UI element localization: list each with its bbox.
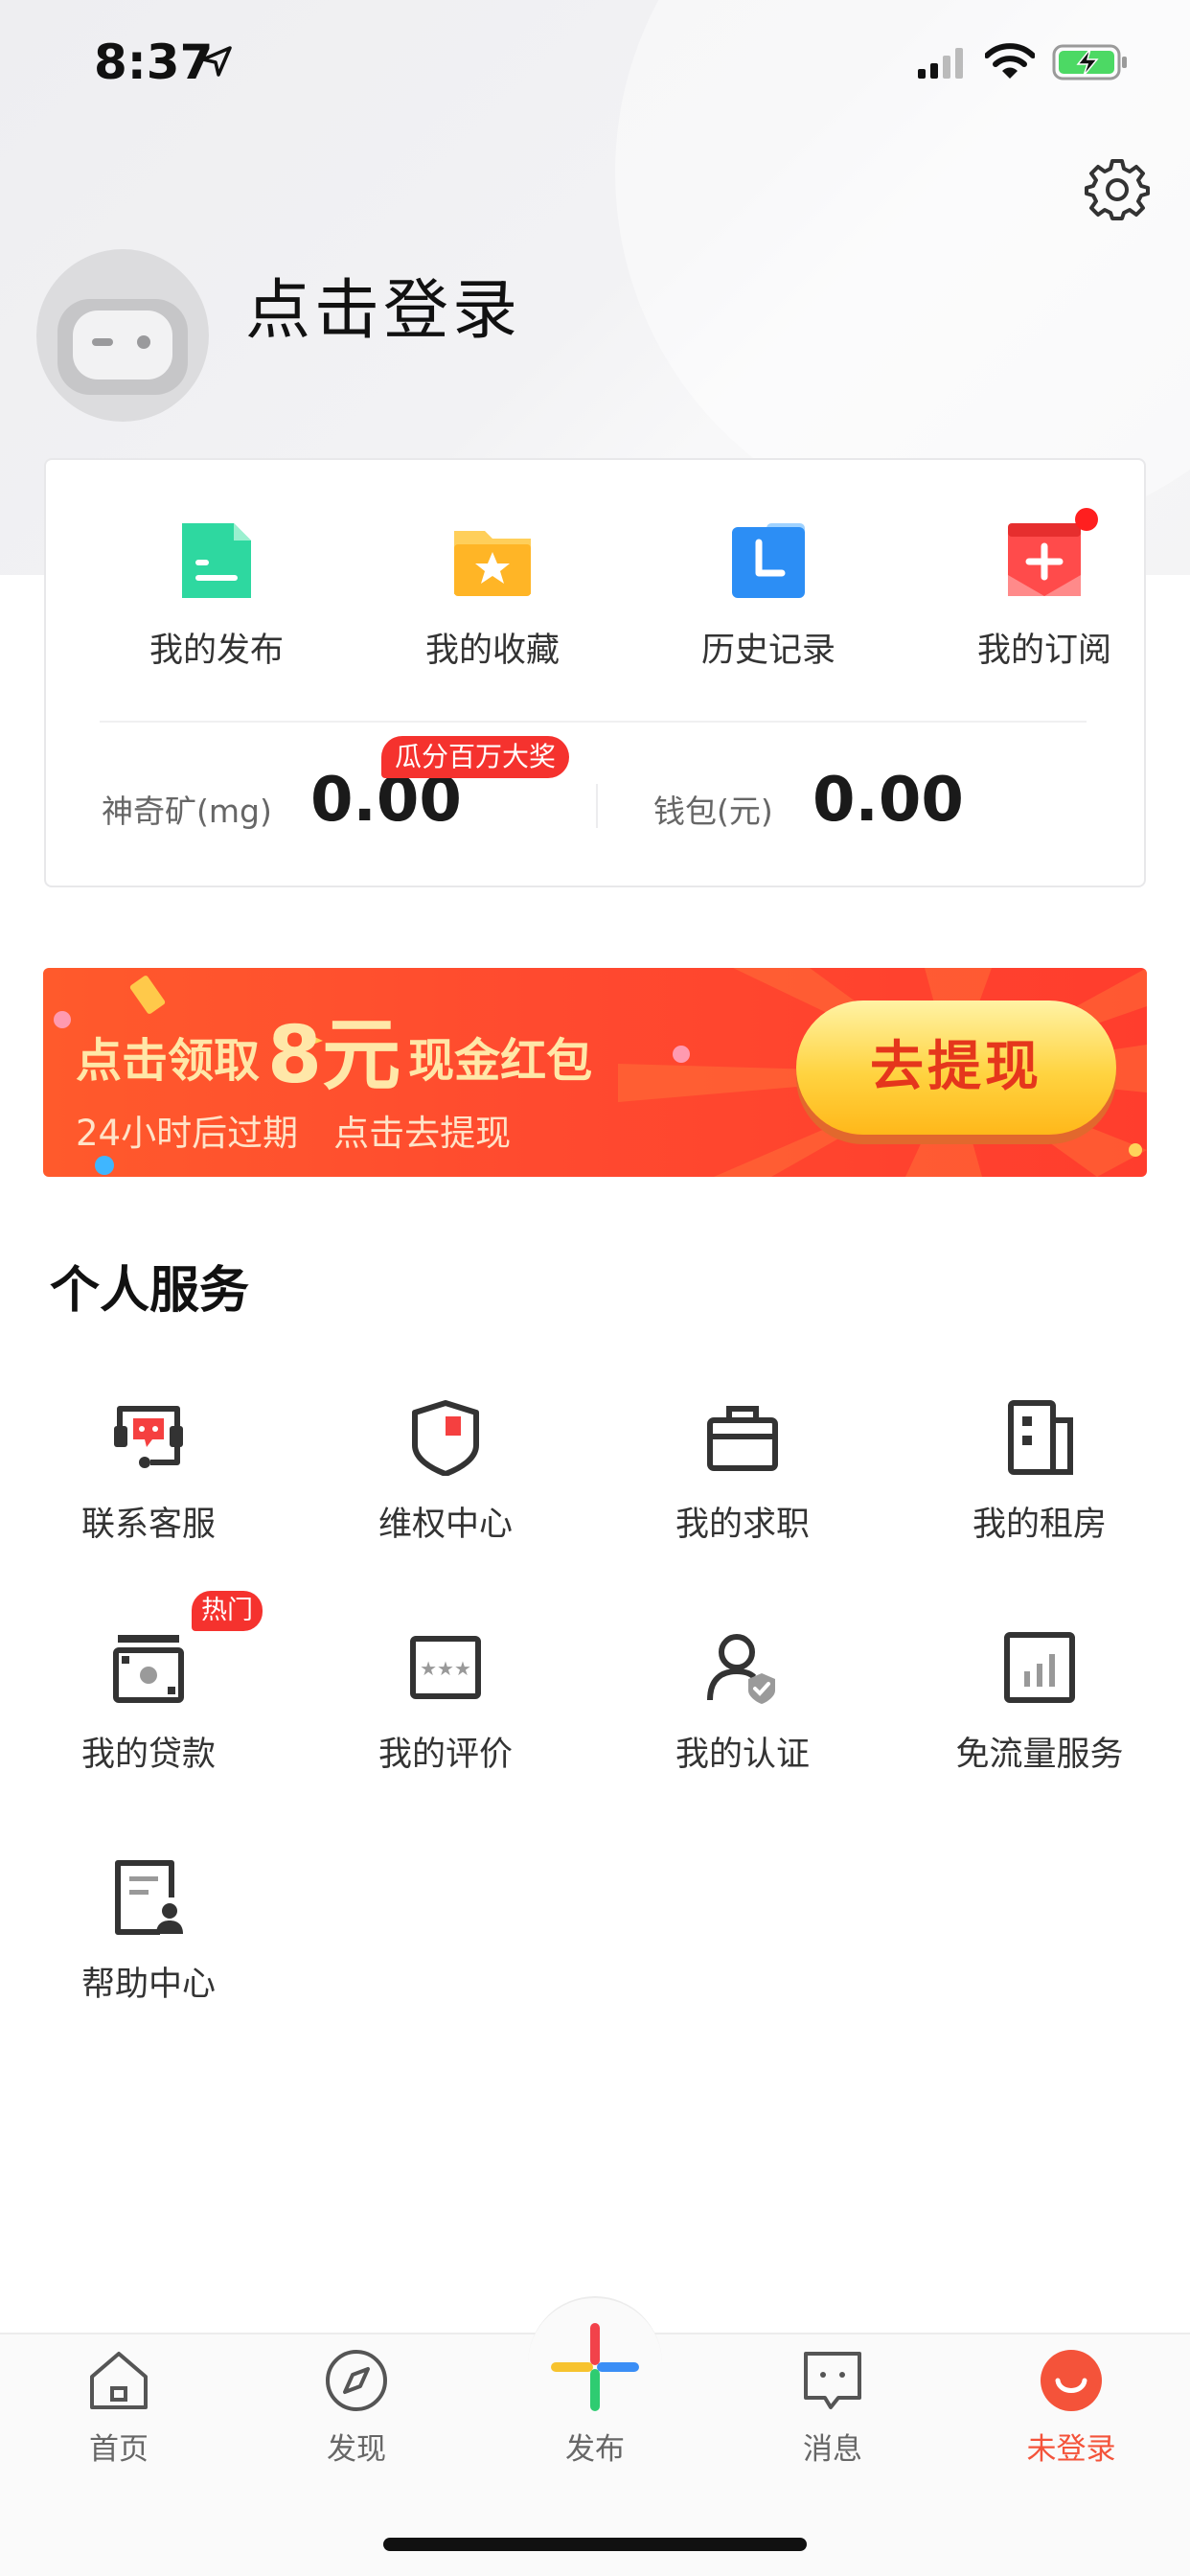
profile-page: 8:37 点击登录 我的发布 我的收藏 历史记录 我的订阅 神奇矿(mg) 0.… [0,0,1190,2576]
tab-label: 未登录 [1026,2432,1116,2467]
withdraw-button[interactable]: 去提现 [796,1000,1116,1135]
wallet-value[interactable]: 0.00 [812,765,964,836]
service-label: 帮助中心 [80,1966,216,2004]
banner-headline: 点击领取8元 现金红包 [76,991,592,1105]
subscribe-icon [1008,523,1081,596]
service-customer-service[interactable]: 联系客服 [0,1399,297,1572]
cash-red-packet-banner[interactable]: 点击领取8元 现金红包 24小时后过期 点击去提现 去提现 [43,968,1147,1177]
tab-discover[interactable]: 发现 [238,2348,475,2472]
banner-subtitle: 24小时后过期 点击去提现 [76,1113,512,1154]
service-label: 维权中心 [378,1506,513,1544]
user-smile-icon [1041,2350,1102,2411]
quick-item-favorites[interactable]: 我的收藏 [387,518,598,671]
quick-actions-card: 我的发布 我的收藏 历史记录 我的订阅 神奇矿(mg) 0.00 瓜分百万大奖 … [44,458,1146,887]
home-indicator [383,2538,807,2551]
star-folder-icon [454,531,531,596]
plus-icon [551,2323,639,2411]
money-icon [113,1635,184,1703]
avatar[interactable] [36,249,209,422]
cellular-signal-icon [918,48,963,79]
quick-item-history[interactable]: 历史记录 [663,518,874,671]
status-time: 8:37 [94,34,214,90]
tab-label: 首页 [89,2432,149,2467]
status-bar: 8:37 [0,0,1190,126]
banner-amount: 8元 [267,1010,401,1101]
service-loans[interactable]: 热门 我的贷款 [0,1591,297,1802]
tab-label: 发布 [565,2432,625,2467]
notification-dot [1075,508,1098,531]
banner-suffix: 现金红包 [408,1034,593,1088]
customer-service-icon [114,1406,183,1468]
quick-item-label: 我的订阅 [976,632,1111,670]
prize-badge[interactable]: 瓜分百万大奖 [381,736,570,778]
mineral-label: 神奇矿(mg) [102,793,272,830]
message-icon [804,2352,861,2409]
service-job-search[interactable]: 我的求职 [594,1399,891,1572]
login-prompt[interactable]: 点击登录 [245,257,521,352]
briefcase-icon [707,1406,778,1471]
rating-icon: ★★★ [410,1636,481,1699]
service-label: 我的评价 [378,1736,513,1774]
services-title: 个人服务 [50,1262,250,1320]
settings-gear-icon[interactable] [1085,157,1150,222]
service-rental[interactable]: 我的租房 [891,1399,1188,1572]
service-label: 我的租房 [972,1506,1107,1544]
help-doc-icon [115,1860,183,1935]
robot-avatar-icon [57,299,188,395]
quick-item-subscriptions[interactable]: 我的订阅 [939,508,1150,671]
wifi-icon [985,43,1035,79]
shield-flag-icon [412,1400,479,1476]
document-icon [182,523,251,598]
quick-item-label: 历史记录 [700,632,835,670]
service-label: 联系客服 [80,1506,216,1544]
tab-publish[interactable]: 发布 [476,2319,714,2467]
service-label: 我的求职 [675,1506,810,1544]
service-label: 我的认证 [675,1736,810,1774]
tab-not-logged-in[interactable]: 未登录 [952,2348,1190,2472]
card-divider [100,721,1087,723]
tab-messages[interactable]: 消息 [714,2348,951,2472]
metric-divider [596,784,598,828]
tab-label: 发现 [327,2432,386,2467]
wallet-label: 钱包(元) [653,793,773,830]
service-label: 免流量服务 [955,1736,1124,1774]
service-verification[interactable]: 我的认证 [594,1629,891,1802]
svg-text:★★★: ★★★ [420,1657,471,1680]
service-rights-center[interactable]: 维权中心 [297,1399,594,1572]
service-reviews[interactable]: ★★★ 我的评价 [297,1629,594,1802]
home-icon [90,2352,148,2409]
banner-prefix: 点击领取 [76,1034,261,1088]
hot-badge: 热门 [192,1591,263,1631]
verified-user-icon [707,1634,775,1704]
compass-icon [326,2350,387,2411]
quick-item-label: 我的收藏 [424,632,560,670]
building-icon [1008,1400,1073,1475]
quick-item-my-posts[interactable]: 我的发布 [111,518,322,671]
service-free-data[interactable]: 免流量服务 [891,1629,1188,1802]
battery-charging-icon [1052,44,1127,80]
service-help-center[interactable]: 帮助中心 [0,1859,297,2032]
data-chart-icon [1004,1632,1075,1703]
tab-label: 消息 [803,2432,862,2467]
location-arrow-icon [201,46,232,77]
service-label: 我的贷款 [80,1736,216,1774]
quick-item-label: 我的发布 [149,632,284,670]
tab-home[interactable]: 首页 [0,2348,238,2472]
clock-icon [732,523,805,598]
